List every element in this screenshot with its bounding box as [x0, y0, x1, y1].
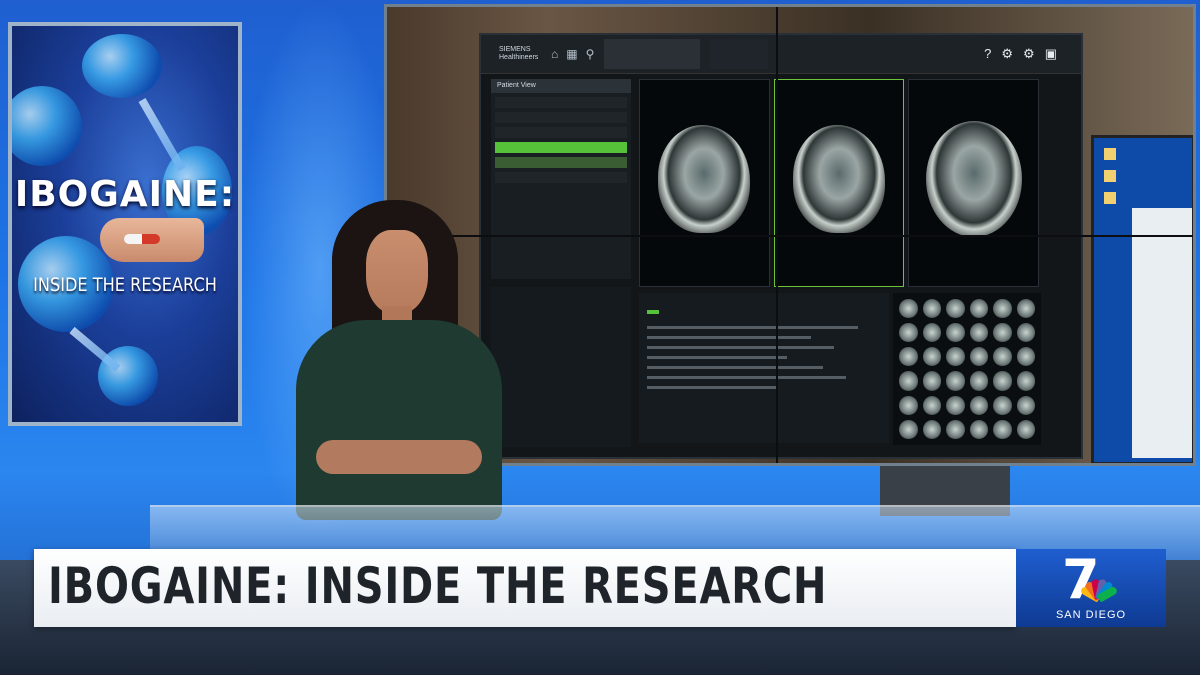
slice-thumbnail [922, 395, 941, 415]
document-window [1132, 208, 1192, 458]
info-tab [647, 310, 659, 314]
brain-scan-image [925, 120, 1022, 237]
slice-thumbnail [922, 299, 941, 319]
poster-title: IBOGAINE: [14, 174, 236, 215]
slice-thumbnail [922, 419, 941, 439]
slice-thumbnail [922, 347, 941, 367]
slice-thumbnail [946, 395, 965, 415]
mri-viewports [639, 79, 1040, 287]
slice-thumbnail [993, 347, 1012, 367]
slice-thumbnail [969, 395, 988, 415]
coronal-view [773, 79, 905, 287]
brain-scan-image [793, 124, 885, 233]
slice-thumbnail [899, 419, 918, 439]
lower-third-banner: IBOGAINE: INSIDE THE RESEARCH [34, 549, 1016, 627]
search-icon: ⚲ [585, 47, 595, 61]
slice-thumbnail [969, 299, 988, 319]
slice-thumbnail [946, 419, 965, 439]
axial-view [908, 79, 1040, 287]
slice-thumbnail [969, 347, 988, 367]
text-line [647, 366, 823, 369]
brain-scan-image [658, 124, 751, 233]
slice-thumbnail [899, 371, 918, 391]
slice-thumbnail [993, 395, 1012, 415]
peacock-icon [1078, 577, 1119, 603]
anchor-dress [296, 320, 502, 520]
list-item [495, 172, 627, 183]
sagittal-view [639, 79, 770, 287]
lower-third-headline: IBOGAINE: INSIDE THE RESEARCH [48, 557, 828, 615]
slice-thumbnail [993, 371, 1012, 391]
app-brand: SIEMENS Healthineers [499, 46, 539, 61]
station-logo: 7 SAN DIEGO [1016, 549, 1166, 627]
folder-icon [1104, 148, 1116, 160]
slice-thumbnail-grid [893, 293, 1041, 445]
text-line [647, 376, 846, 379]
anchor-face [366, 230, 428, 314]
info-panel [639, 293, 889, 443]
logo-city: SAN DIEGO [1055, 609, 1127, 621]
slice-thumbnail [946, 371, 965, 391]
text-line [647, 326, 858, 329]
panel-title: Patient View [491, 79, 631, 93]
molecule-sphere [12, 86, 82, 166]
patient-view-panel: Patient View [491, 79, 631, 279]
slice-thumbnail [993, 299, 1012, 319]
list-item [495, 97, 627, 108]
slice-thumbnail [899, 299, 918, 319]
list-item [495, 127, 627, 138]
slice-thumbnail [1016, 419, 1035, 439]
text-line [647, 386, 776, 389]
text-line [647, 356, 788, 359]
capsule-image [124, 234, 160, 244]
poster-subtitle: INSIDE THE RESEARCH [33, 274, 217, 296]
slice-thumbnail [946, 299, 965, 319]
anchor-hands [316, 440, 482, 474]
patient-tab [604, 39, 701, 69]
home-icon: ⌂ [551, 47, 559, 61]
slice-thumbnail [899, 395, 918, 415]
tool-panel [491, 287, 631, 447]
toolbar-icons: ?⚙⚙▣ [984, 46, 1067, 61]
second-tab [710, 39, 769, 69]
secondary-monitor [1091, 135, 1193, 463]
list-item-selected [495, 142, 627, 153]
slice-thumbnail [946, 323, 965, 343]
text-line [647, 346, 835, 349]
mri-software-screen: SIEMENS Healthineers ⌂ ▦ ⚲ ?⚙⚙▣ Patient … [479, 33, 1083, 459]
slice-thumbnail [969, 323, 988, 343]
slice-thumbnail [922, 371, 941, 391]
slice-thumbnail [969, 419, 988, 439]
slice-thumbnail [1016, 299, 1035, 319]
slice-thumbnail [922, 323, 941, 343]
list-item [495, 157, 627, 168]
slice-thumbnail [1016, 371, 1035, 391]
grid-icon: ▦ [566, 47, 578, 61]
news-anchor [286, 200, 512, 520]
slice-thumbnail [993, 419, 1012, 439]
folder-icon [1104, 192, 1116, 204]
slice-thumbnail [1016, 347, 1035, 367]
ibogaine-poster: IBOGAINE: INSIDE THE RESEARCH [8, 22, 242, 426]
text-line [647, 336, 811, 339]
molecule-sphere [82, 34, 162, 98]
slice-thumbnail [946, 347, 965, 367]
slice-thumbnail [993, 323, 1012, 343]
slice-thumbnail [969, 371, 988, 391]
molecule-bond [138, 98, 186, 172]
slice-thumbnail [1016, 395, 1035, 415]
slice-thumbnail [899, 323, 918, 343]
list-item [495, 112, 627, 123]
app-toolbar: SIEMENS Healthineers ⌂ ▦ ⚲ ?⚙⚙▣ [481, 35, 1081, 74]
slice-thumbnail [899, 347, 918, 367]
slice-thumbnail [1016, 323, 1035, 343]
folder-icon [1104, 170, 1116, 182]
